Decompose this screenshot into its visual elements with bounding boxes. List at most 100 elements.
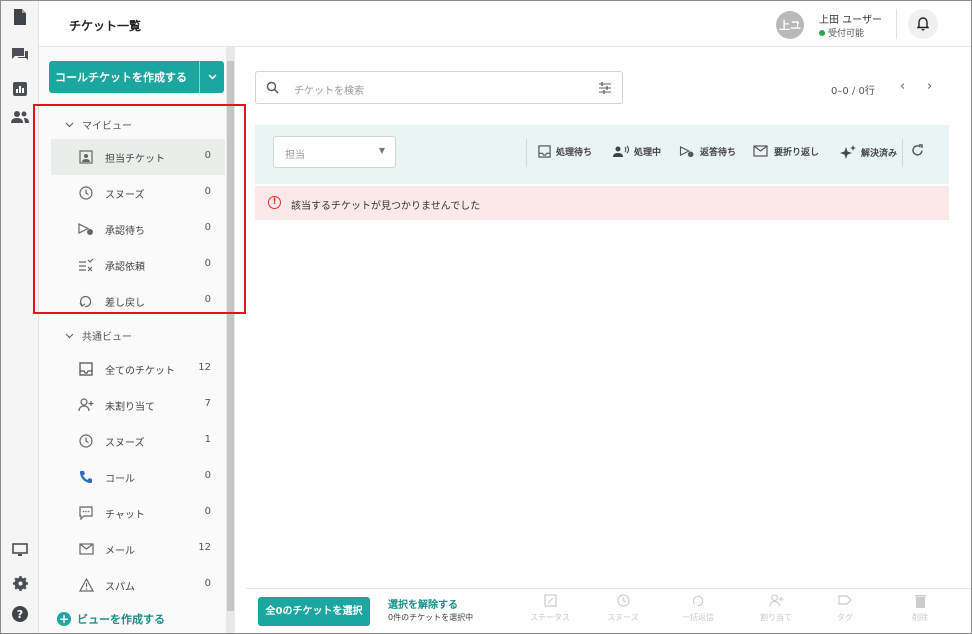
my-view-heading[interactable]: マイビュー <box>65 117 132 132</box>
mail-return-icon <box>753 145 768 157</box>
users-icon[interactable] <box>10 107 30 127</box>
sidebar-item-label: 承認待ち <box>105 226 145 237</box>
sidebar-item-label: コール <box>105 474 135 485</box>
avatar[interactable]: 上ユ <box>776 11 804 39</box>
status-filter-label: 解決済み <box>861 148 898 159</box>
clock-icon <box>78 185 94 201</box>
bulk-delete-button[interactable]: 削除 <box>895 594 945 623</box>
sidebar-item-spam[interactable]: スパム 0 <box>51 567 225 603</box>
sparkle-icon <box>840 145 856 159</box>
sidebar-item-approval-request[interactable]: 承認依頼 0 <box>51 247 225 283</box>
search-placeholder: チケットを検索 <box>294 86 364 97</box>
bulk-reply-button[interactable]: 一括返信 <box>673 594 723 623</box>
gear-icon[interactable] <box>10 573 30 593</box>
assignee-select-value: 担当 <box>285 150 305 161</box>
user-plus-icon <box>78 397 94 413</box>
toolbar-divider <box>902 139 903 167</box>
common-view-heading[interactable]: 共通ビュー <box>65 328 132 343</box>
status-filter-resolved[interactable]: 解決済み <box>840 145 897 159</box>
chevron-down-icon <box>65 333 74 338</box>
selected-count: 0件のチケットを選択中 <box>388 613 474 622</box>
sidebar-item-all-tickets[interactable]: 全てのチケット 12 <box>51 351 225 387</box>
sidebar-item-snooze[interactable]: スヌーズ 0 <box>51 175 225 211</box>
bulk-action-label: タグ <box>837 613 853 622</box>
search-input[interactable]: チケットを検索 <box>255 71 623 104</box>
search-icon <box>266 81 279 97</box>
sidebar-item-label: チャット <box>105 510 145 521</box>
sidebar-item-count: 1 <box>204 434 211 445</box>
user-status[interactable]: 受付可能 <box>819 26 864 39</box>
sidebar-item-chat[interactable]: チャット 0 <box>51 495 225 531</box>
approval-pending-icon <box>679 145 694 158</box>
bulk-status-button[interactable]: ステータス <box>525 594 575 623</box>
sidebar-item-call[interactable]: コール 0 <box>51 459 225 495</box>
sidebar-item-label: メール <box>105 546 135 557</box>
status-filter-callback[interactable]: 要折り返し <box>753 145 819 158</box>
approval-pending-icon <box>78 221 94 237</box>
warning-icon <box>78 577 94 593</box>
filter-sliders-icon[interactable] <box>598 81 612 98</box>
status-dot-icon <box>819 29 825 36</box>
help-icon[interactable]: ? <box>10 604 30 624</box>
status-filter-label: 処理待ち <box>556 148 593 158</box>
bulk-assign-button[interactable]: 割り当て <box>751 594 801 623</box>
trash-icon <box>895 594 945 612</box>
sidebar-item-label: スパム <box>105 582 135 593</box>
user-name[interactable]: 上田 ユーザー <box>819 11 882 26</box>
document-icon[interactable] <box>10 7 30 27</box>
sendback-icon <box>673 594 723 612</box>
sidebar-item-approval-pending[interactable]: 承認待ち 0 <box>51 211 225 247</box>
sidebar-item-count: 0 <box>204 506 211 517</box>
reports-icon[interactable] <box>10 79 30 99</box>
create-call-ticket-button[interactable]: コールチケットを作成する <box>49 61 224 93</box>
sidebar-scroll-thumb[interactable] <box>227 61 234 611</box>
create-call-ticket-label: コールチケットを作成する <box>55 71 187 84</box>
page-title: チケット一覧 <box>69 19 142 33</box>
sidebar-item-label: 未割り当て <box>105 402 155 413</box>
create-view-link[interactable]: + ビューを作成する <box>57 611 165 627</box>
chat-bubbles-icon[interactable] <box>10 45 30 65</box>
bulk-action-bar: 全0のチケットを選択 選択を解除する 0件のチケットを選択中 ステータス スヌー… <box>246 588 971 633</box>
assignee-select[interactable]: 担当 ▼ <box>273 136 396 168</box>
chevron-left-icon[interactable]: ‹ <box>900 79 905 94</box>
sidebar-item-count: 0 <box>204 294 211 305</box>
approval-request-icon <box>78 257 94 273</box>
error-message: 該当するチケットが見つかりませんでした <box>291 201 481 212</box>
sidebar-item-label: 全てのチケット <box>105 366 175 377</box>
notification-bell-icon[interactable] <box>908 9 938 39</box>
inbox-icon <box>78 361 94 377</box>
sidebar-item-assigned[interactable]: 担当チケット 0 <box>51 139 225 175</box>
clock-icon <box>598 594 648 612</box>
bulk-tag-button[interactable]: タグ <box>820 594 870 623</box>
user-status-label: 受付可能 <box>828 29 865 39</box>
sidebar-item-unassigned[interactable]: 未割り当て 7 <box>51 387 225 423</box>
status-filter-in-progress[interactable]: 処理中 <box>613 145 661 158</box>
chevron-right-icon[interactable]: › <box>927 79 932 94</box>
status-filter-pending[interactable]: 処理待ち <box>538 145 592 158</box>
my-view-label: マイビュー <box>82 121 132 132</box>
sidebar-item-common-snooze[interactable]: スヌーズ 1 <box>51 423 225 459</box>
chevron-down-icon[interactable] <box>200 74 224 80</box>
status-filter-awaiting-reply[interactable]: 返答待ち <box>679 145 736 158</box>
status-filter-label: 要折り返し <box>774 148 820 158</box>
edit-icon <box>525 594 575 612</box>
sidebar-item-mail[interactable]: メール 12 <box>51 531 225 567</box>
sidebar-item-count: 0 <box>204 470 211 481</box>
pager-range: 0–0 / 0行 <box>831 86 875 97</box>
sidebar-item-label: 承認依頼 <box>105 262 145 273</box>
refresh-icon[interactable] <box>911 144 924 157</box>
sidebar-item-count: 0 <box>204 222 211 233</box>
header-divider <box>896 9 897 39</box>
monitor-icon[interactable] <box>10 540 30 560</box>
sidebar-item-sendback[interactable]: 差し戻し 0 <box>51 283 225 319</box>
sidebar-item-label: スヌーズ <box>105 438 145 449</box>
mail-icon <box>78 541 94 557</box>
bulk-snooze-button[interactable]: スヌーズ <box>598 594 648 623</box>
deselect-link[interactable]: 選択を解除する <box>388 596 458 611</box>
select-all-button[interactable]: 全0のチケットを選択 <box>258 597 370 626</box>
sidebar-item-count: 0 <box>204 186 211 197</box>
bulk-action-label: 一括返信 <box>682 613 714 622</box>
sidebar-item-label: 担当チケット <box>105 154 165 165</box>
sidebar: コールチケットを作成する マイビュー 担当チケット 0 スヌーズ 0 承認待ち … <box>39 47 235 633</box>
sidebar-scrollbar[interactable] <box>226 47 235 633</box>
